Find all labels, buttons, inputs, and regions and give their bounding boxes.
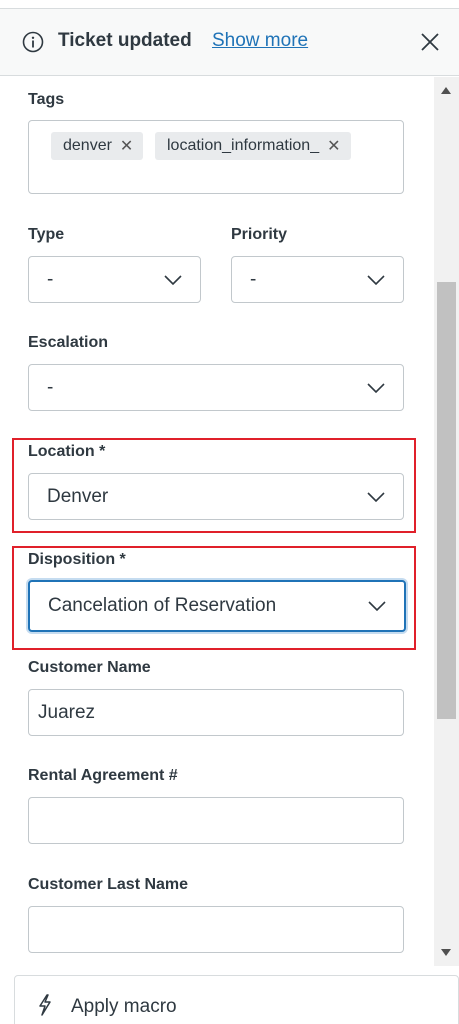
priority-label: Priority (231, 226, 288, 243)
scrollbar-thumb[interactable] (437, 282, 456, 719)
disposition-select[interactable]: Cancelation of Reservation (28, 580, 406, 632)
scroll-up-arrow-icon[interactable] (441, 87, 451, 94)
show-more-link[interactable]: Show more (212, 30, 308, 52)
tag-label: denver (63, 137, 112, 154)
rental-agreement-input[interactable] (28, 797, 404, 844)
scroll-down-arrow-icon[interactable] (441, 949, 451, 956)
customer-last-name-input[interactable] (28, 906, 404, 953)
chevron-down-icon (164, 274, 182, 285)
chevron-down-icon (367, 274, 385, 285)
remove-tag-icon[interactable]: ✕ (120, 136, 133, 156)
location-value: Denver (47, 485, 109, 507)
disposition-label: Disposition * (28, 551, 126, 568)
type-select[interactable]: - (28, 256, 201, 303)
type-value: - (47, 268, 54, 290)
customer-name-label: Customer Name (28, 659, 151, 676)
type-label: Type (28, 226, 65, 243)
tag-label: location_information_ (167, 137, 320, 154)
location-label: Location * (28, 443, 106, 460)
escalation-label: Escalation (28, 334, 109, 351)
ticket-fields-panel[interactable]: Tags denver ✕ location_information_ ✕ Ty… (0, 77, 459, 965)
customer-name-input[interactable]: Juarez (28, 689, 404, 736)
chevron-down-icon (368, 601, 386, 611)
tag-chip: location_information_ ✕ (155, 132, 351, 160)
notification-banner: Ticket updated Show more (0, 8, 459, 76)
location-select[interactable]: Denver (28, 473, 404, 520)
apply-macro-button[interactable]: Apply macro (14, 975, 459, 1024)
escalation-value: - (47, 376, 54, 398)
escalation-select[interactable]: - (28, 364, 404, 411)
customer-last-name-label: Customer Last Name (28, 876, 189, 893)
customer-name-value: Juarez (38, 701, 96, 723)
priority-value: - (250, 268, 257, 290)
tags-input[interactable]: denver ✕ location_information_ ✕ (28, 120, 404, 194)
info-icon (22, 31, 44, 53)
banner-title: Ticket updated (58, 30, 192, 51)
tag-chip: denver ✕ (51, 132, 144, 160)
tags-label: Tags (28, 91, 65, 108)
disposition-value: Cancelation of Reservation (48, 595, 277, 616)
close-icon[interactable] (419, 31, 441, 53)
remove-tag-icon[interactable]: ✕ (327, 136, 340, 156)
chevron-down-icon (367, 382, 385, 393)
vertical-scrollbar[interactable] (434, 77, 459, 966)
priority-select[interactable]: - (231, 256, 404, 303)
chevron-down-icon (367, 491, 385, 502)
lightning-bolt-icon (39, 994, 51, 1016)
apply-macro-label: Apply macro (71, 996, 177, 1017)
rental-agreement-label: Rental Agreement # (28, 767, 178, 784)
